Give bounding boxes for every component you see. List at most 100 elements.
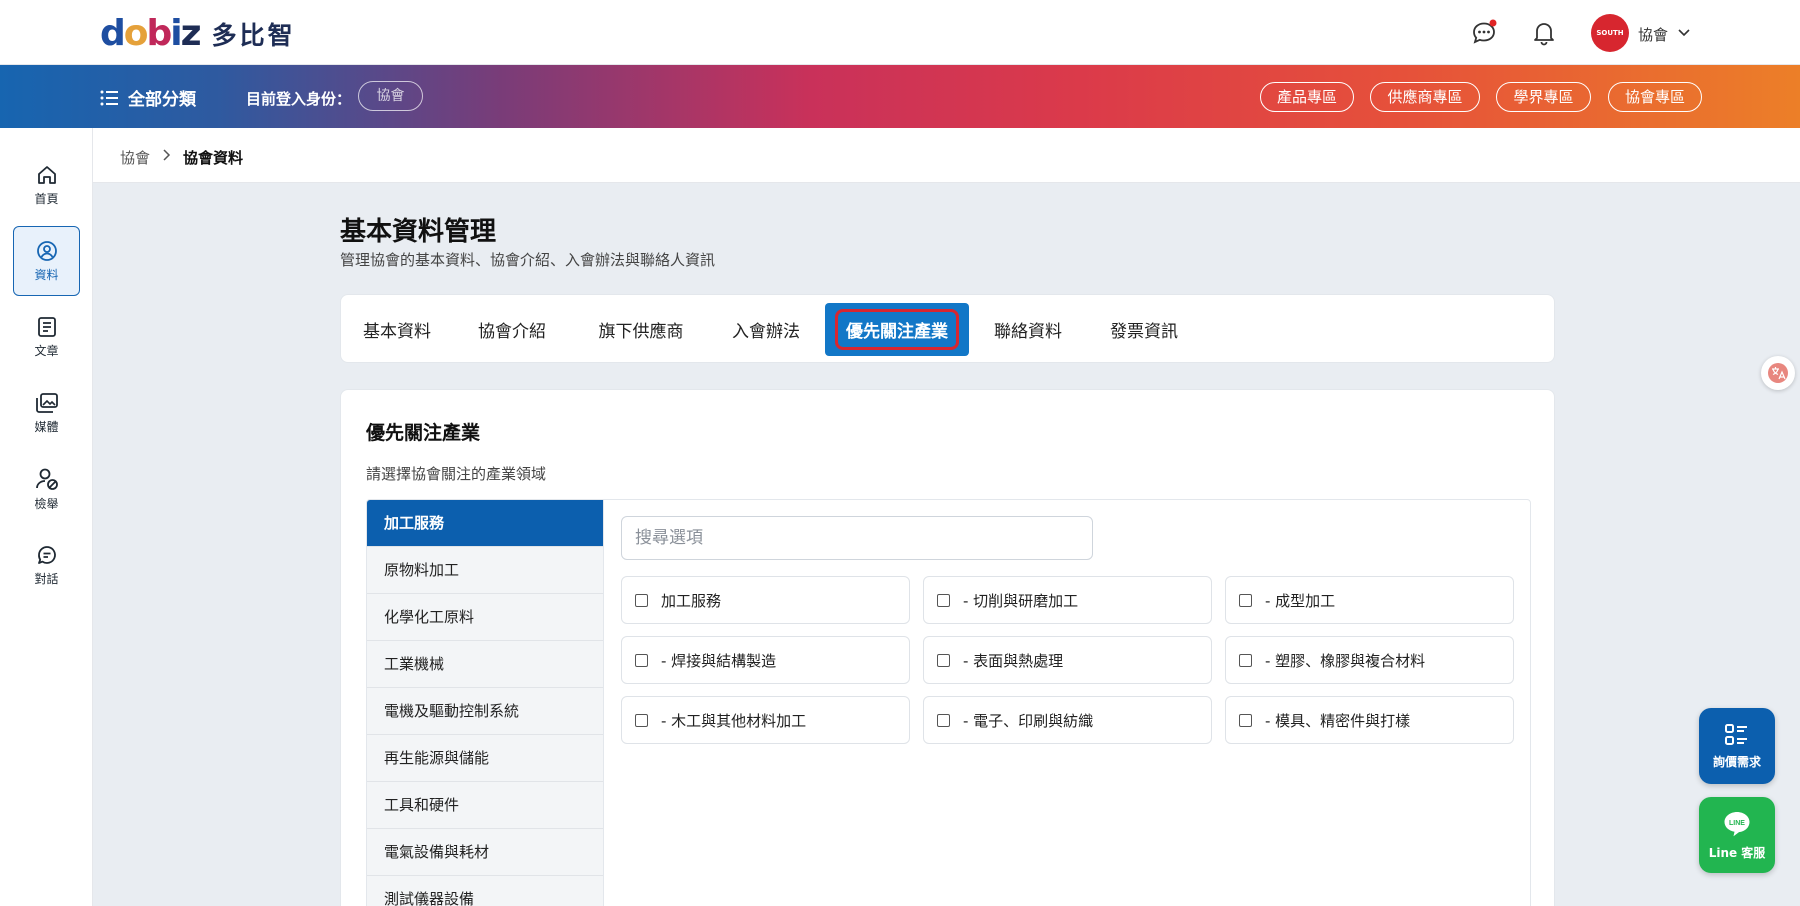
page-title: 基本資料管理: [340, 217, 497, 247]
nav-item-label: 文章: [34, 343, 59, 358]
checkbox[interactable]: [635, 653, 648, 667]
zone-associations-button[interactable]: 協會專區: [1608, 82, 1702, 112]
category-item[interactable]: 電機及驅動控制系統: [367, 688, 603, 735]
checkbox[interactable]: [937, 653, 950, 667]
line-badge: LINE: [1729, 820, 1745, 827]
logo-mark: dobiz: [100, 13, 202, 54]
all-categories-label: 全部分類: [128, 90, 196, 110]
list-icon: [1725, 723, 1747, 745]
nav-item-articles[interactable]: 文章: [13, 302, 80, 372]
zone-academia-button[interactable]: 學界專區: [1496, 82, 1591, 112]
login-role-badge: 協會: [358, 81, 423, 111]
option-label: - 成型加工: [1265, 591, 1336, 610]
section-tabs: 基本資料 協會介紹 旗下供應商 入會辦法 優先關注產業 聯絡資料 發票資訊: [340, 294, 1555, 363]
checkbox[interactable]: [1239, 713, 1252, 727]
tab-basic-info[interactable]: 基本資料: [363, 295, 431, 364]
checkbox[interactable]: [937, 713, 950, 727]
checkbox[interactable]: [937, 593, 950, 607]
nav-item-media[interactable]: 媒體: [13, 378, 80, 448]
category-item[interactable]: 再生能源與儲能: [367, 735, 603, 782]
nav-item-label: 檢舉: [34, 496, 59, 511]
nav-item-report[interactable]: 檢舉: [13, 454, 80, 524]
checkbox[interactable]: [1239, 593, 1252, 607]
category-item[interactable]: 原物料加工: [367, 547, 603, 594]
search-input[interactable]: [621, 516, 1093, 560]
panel-subtitle: 請選擇協會關注的產業領域: [366, 465, 547, 483]
bell-icon[interactable]: [1530, 19, 1558, 47]
option-label: 加工服務: [661, 591, 722, 610]
translate-icon: [1768, 363, 1788, 383]
report-user-icon: [35, 468, 58, 490]
option-label: - 表面與熱處理: [963, 651, 1064, 670]
quote-request-button[interactable]: 詢價需求: [1699, 708, 1775, 784]
option-checkbox[interactable]: - 成型加工: [1225, 576, 1514, 624]
user-circle-icon: [36, 240, 57, 261]
option-checkbox[interactable]: - 模具、精密件與打樣: [1225, 696, 1514, 744]
panel-title: 優先關注產業: [366, 422, 481, 444]
zone-suppliers-button[interactable]: 供應商專區: [1370, 82, 1480, 112]
tab-priority-industries-label: 優先關注產業: [835, 309, 959, 350]
media-icon: [35, 392, 58, 413]
chevron-right-icon: [163, 149, 171, 161]
category-item[interactable]: 電氣設備與耗材: [367, 829, 603, 876]
message-icon[interactable]: [1470, 19, 1498, 47]
option-label: - 木工與其他材料加工: [661, 711, 807, 730]
option-checkbox[interactable]: - 切削與研磨加工: [923, 576, 1212, 624]
nav-item-profile[interactable]: 資料: [13, 226, 80, 296]
logo[interactable]: dobiz 多比智: [100, 16, 296, 52]
category-item[interactable]: 加工服務: [367, 500, 603, 547]
tab-member-suppliers[interactable]: 旗下供應商: [597, 295, 685, 364]
checkbox[interactable]: [635, 713, 648, 727]
line-support-button[interactable]: LINE Line 客服: [1699, 797, 1775, 873]
category-item[interactable]: 測試儀器設備: [367, 876, 603, 906]
option-label: - 塑膠、橡膠與複合材料: [1265, 651, 1426, 670]
option-checkbox[interactable]: - 表面與熱處理: [923, 636, 1212, 684]
nav-item-label: 首頁: [34, 191, 59, 206]
all-categories-button[interactable]: 全部分類: [100, 85, 196, 110]
priority-industries-panel: 優先關注產業 請選擇協會關注的產業領域 加工服務 原物料加工 化學化工原料 工業…: [340, 389, 1555, 906]
industry-selector: 加工服務 原物料加工 化學化工原料 工業機械 電機及驅動控制系統 再生能源與儲能…: [366, 499, 1531, 906]
user-name[interactable]: 協會: [1638, 24, 1668, 45]
translate-button[interactable]: [1761, 356, 1795, 390]
zone-products-button[interactable]: 產品專區: [1260, 82, 1354, 112]
option-checkbox[interactable]: 加工服務: [621, 576, 910, 624]
breadcrumb-parent[interactable]: 協會: [120, 147, 150, 168]
option-label: - 焊接與結構製造: [661, 651, 777, 670]
nav-item-label: 對話: [34, 571, 59, 586]
breadcrumb: 協會 協會資料: [93, 128, 1800, 183]
chat-icon: [37, 545, 56, 564]
tab-priority-industries[interactable]: 優先關注產業: [825, 303, 969, 356]
category-banner: 全部分類 目前登入身份： 協會 產品專區 供應商專區 學界專區 協會專區: [0, 65, 1800, 128]
tab-association-intro[interactable]: 協會介紹: [477, 295, 547, 364]
chevron-down-icon[interactable]: [1676, 24, 1692, 40]
option-label: - 模具、精密件與打樣: [1265, 711, 1411, 730]
line-support-label: Line 客服: [1708, 845, 1766, 860]
checkbox[interactable]: [1239, 653, 1252, 667]
category-item[interactable]: 化學化工原料: [367, 594, 603, 641]
option-label: - 切削與研磨加工: [963, 591, 1079, 610]
nav-item-home[interactable]: 首頁: [13, 150, 80, 220]
option-checkbox[interactable]: - 塑膠、橡膠與複合材料: [1225, 636, 1514, 684]
option-checkbox[interactable]: - 木工與其他材料加工: [621, 696, 910, 744]
tab-membership-rules[interactable]: 入會辦法: [731, 295, 801, 364]
nav-item-label: 媒體: [34, 419, 59, 434]
option-checkbox[interactable]: - 電子、印刷與紡織: [923, 696, 1212, 744]
left-navigation: 首頁 資料 文章 媒體 檢舉 對話: [0, 128, 93, 906]
category-item[interactable]: 工業機械: [367, 641, 603, 688]
checkbox[interactable]: [635, 593, 648, 607]
page-subtitle: 管理協會的基本資料、協會介紹、入會辦法與聯絡人資訊: [340, 251, 716, 269]
logo-text: 多比智: [211, 21, 296, 50]
login-as-label: 目前登入身份：: [246, 90, 352, 108]
tab-invoice-info[interactable]: 發票資訊: [1109, 295, 1179, 364]
option-label: - 電子、印刷與紡織: [963, 711, 1094, 730]
category-item[interactable]: 工具和硬件: [367, 782, 603, 829]
avatar[interactable]: SOUTH: [1591, 14, 1629, 52]
avatar-text: SOUTH: [1596, 29, 1624, 37]
nav-item-label: 資料: [34, 267, 59, 282]
menu-list-icon: [100, 90, 118, 105]
nav-item-chat[interactable]: 對話: [13, 530, 80, 600]
top-bar: dobiz 多比智 SOUTH 協會: [0, 0, 1800, 65]
category-list: 加工服務 原物料加工 化學化工原料 工業機械 電機及驅動控制系統 再生能源與儲能…: [367, 500, 604, 906]
option-checkbox[interactable]: - 焊接與結構製造: [621, 636, 910, 684]
tab-contact-info[interactable]: 聯絡資料: [993, 295, 1063, 364]
